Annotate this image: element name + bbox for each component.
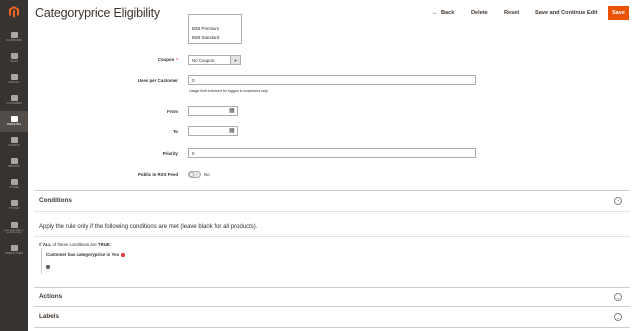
- stores-icon: [10, 179, 18, 186]
- from-label: From: [167, 109, 178, 114]
- chevron-down-icon: ▼: [230, 56, 240, 64]
- condition-value[interactable]: Yes: [111, 252, 119, 257]
- dollar-icon: [10, 53, 18, 60]
- delete-button[interactable]: Delete: [471, 6, 488, 20]
- to-label: To: [172, 129, 178, 134]
- back-button-label: Back: [441, 10, 455, 16]
- calendar-icon[interactable]: ▦: [229, 128, 235, 134]
- sidebar-item-content[interactable]: Content: [0, 132, 28, 153]
- megaphone-icon: [10, 116, 18, 123]
- conditions-description: Apply the rule only if the following con…: [39, 224, 258, 230]
- sidebar-item-stores[interactable]: Stores: [0, 174, 28, 195]
- rule-tree-line: [41, 248, 42, 274]
- section-divider: [34, 306, 630, 307]
- rule-if-text: If: [39, 242, 42, 247]
- rule-all-toggle[interactable]: ALL: [43, 242, 52, 247]
- sidebar-item-label: Content: [8, 144, 20, 148]
- customer-groups-multiselect[interactable]: B2B Premium B2B Standard: [188, 14, 242, 44]
- condition-operator[interactable]: is: [107, 252, 111, 257]
- rule-true-toggle[interactable]: TRUE: [98, 242, 110, 247]
- sidebar-item-catalog[interactable]: Catalog: [0, 69, 28, 90]
- gear-icon: [10, 200, 18, 207]
- save-button[interactable]: Save: [608, 6, 629, 20]
- coupon-select-value: No Coupon: [192, 57, 215, 63]
- section-divider: [34, 211, 630, 212]
- sidebar-item-customers[interactable]: Customers: [0, 90, 28, 111]
- to-date-input[interactable]: ▦: [188, 126, 238, 136]
- priority-input[interactable]: 0: [188, 148, 476, 158]
- rule-colon: :: [109, 242, 112, 247]
- rss-feed-label: Public In RSS Feed: [137, 172, 178, 177]
- save-and-continue-button[interactable]: Save and Continue Edit: [535, 6, 597, 20]
- sidebar-item-sales[interactable]: Sales: [0, 48, 28, 69]
- conditions-section-title[interactable]: Conditions: [39, 197, 72, 204]
- coupon-select[interactable]: No Coupon ▼: [188, 55, 241, 65]
- sidebar-item-label: Catalog: [8, 81, 20, 85]
- page-title: Categoryprice Eligibility: [35, 6, 160, 20]
- sidebar-item-marketing[interactable]: Marketing: [0, 111, 28, 132]
- magento-logo-icon: [9, 6, 19, 18]
- toggle-knob: [189, 172, 194, 177]
- section-divider: [34, 287, 630, 288]
- add-condition-icon[interactable]: +: [46, 265, 50, 269]
- admin-sidebar: Dashboard Sales Catalog Customers Market…: [0, 0, 28, 331]
- rss-feed-value: No: [204, 172, 210, 177]
- partners-icon: [10, 221, 18, 228]
- magento-logo[interactable]: [0, 0, 28, 24]
- customers-icon: [10, 95, 18, 102]
- sidebar-item-label: Customers: [6, 102, 22, 106]
- chevron-up-icon[interactable]: ⌃: [614, 197, 622, 205]
- sidebar-item-label: Pricesystem: [5, 252, 23, 256]
- arrow-left-icon: ←: [432, 10, 438, 16]
- rule-aggregator: If ALL of these conditions are TRUE:: [39, 242, 111, 247]
- chevron-down-icon[interactable]: ⌄: [614, 293, 622, 301]
- condition-row: Customer has categoryprice is Yes ×: [46, 252, 126, 257]
- actions-section-title[interactable]: Actions: [39, 293, 62, 300]
- uses-per-customer-note: Usage limit enforced for logged in custo…: [189, 89, 269, 93]
- sidebar-item-label: Dashboard: [6, 39, 22, 43]
- chevron-down-icon[interactable]: ⌄: [614, 313, 622, 321]
- sidebar-item-label: Find Partners & Extensions: [4, 229, 24, 234]
- pricesystem-icon: [10, 245, 18, 252]
- condition-attribute: Customer has categoryprice: [46, 252, 106, 257]
- required-marker: *: [176, 57, 178, 62]
- sidebar-item-pricesystem[interactable]: Pricesystem: [0, 240, 28, 261]
- sidebar-item-dashboard[interactable]: Dashboard: [0, 27, 28, 48]
- back-button[interactable]: ← Back: [432, 6, 454, 20]
- dashboard-icon: [10, 32, 18, 39]
- labels-section-title[interactable]: Labels: [39, 313, 59, 320]
- reports-icon: [10, 158, 18, 165]
- section-divider: [34, 327, 630, 328]
- sidebar-item-label: Marketing: [6, 123, 22, 127]
- sidebar-item-reports[interactable]: Reports: [0, 153, 28, 174]
- sidebar-item-label: Stores: [9, 186, 19, 190]
- rss-feed-toggle[interactable]: [188, 171, 201, 178]
- coupon-label-text: Coupon: [157, 57, 175, 62]
- content-icon: [10, 137, 18, 144]
- uses-per-customer-label: Uses per Customer: [137, 78, 178, 83]
- calendar-icon[interactable]: ▦: [229, 108, 235, 114]
- coupon-label: Coupon *: [120, 57, 178, 62]
- customer-group-option[interactable]: B2B Standard: [192, 35, 219, 40]
- sidebar-item-label: Reports: [8, 165, 20, 169]
- rule-divider: [34, 236, 630, 237]
- customer-group-option[interactable]: B2B Premium: [192, 26, 219, 31]
- rule-mid-text: of these conditions are: [52, 242, 97, 247]
- priority-label: Priority: [162, 151, 178, 156]
- sidebar-item-label: System: [9, 207, 19, 211]
- from-date-input[interactable]: ▦: [188, 106, 238, 116]
- uses-per-customer-input[interactable]: 0: [188, 75, 476, 85]
- catalog-icon: [10, 74, 18, 81]
- sidebar-item-partners[interactable]: Find Partners & Extensions: [0, 216, 28, 240]
- reset-button[interactable]: Reset: [504, 6, 519, 20]
- sidebar-item-label: Sales: [10, 60, 18, 64]
- remove-condition-icon[interactable]: ×: [121, 252, 126, 257]
- section-divider: [34, 190, 630, 191]
- sidebar-item-system[interactable]: System: [0, 195, 28, 216]
